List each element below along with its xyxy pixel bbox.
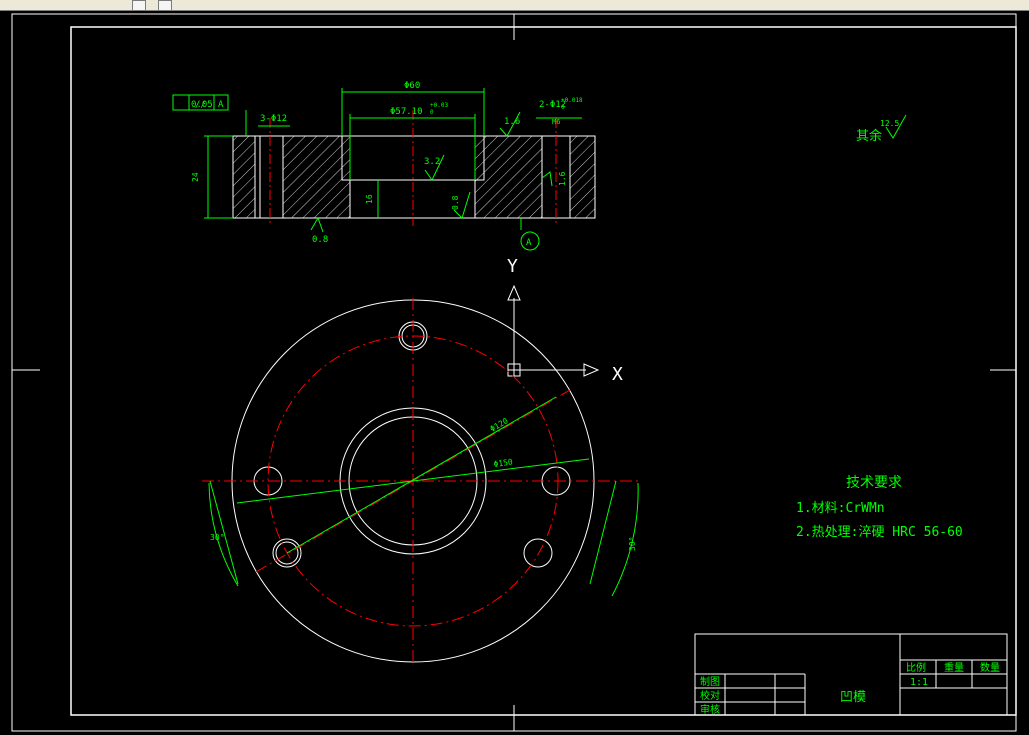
pin-tol-lower: 0 [561, 104, 565, 111]
tech-req-item-2: 2.热处理:淬硬 HRC 56-60 [796, 525, 963, 540]
flatness-tolerance: 0.05 [191, 100, 213, 110]
pin-depth: M6 [552, 118, 560, 126]
roughness-1: 1.6 [504, 117, 520, 127]
inner-diameter-dimension: Φ57.10 [390, 107, 423, 117]
inner-tol-lower: 0 [430, 109, 434, 116]
section-view: // 0.05 A 3-Φ12 Φ60 Φ57.10 +0.03 0 2-Φ12… [172, 81, 907, 251]
refresh-icon[interactable] [158, 0, 172, 11]
roughness-5: 0.8 [312, 235, 328, 245]
part-name: 凹模 [840, 690, 866, 705]
role-reviewer: 审核 [700, 703, 720, 716]
tool-icon[interactable] [132, 0, 146, 11]
role-drafter: 制图 [700, 675, 720, 688]
quantity-header: 数量 [980, 661, 1000, 674]
bore-dimension: Φ150 [493, 457, 514, 469]
technical-requirements: 技术要求 1.材料:CrWMn 2.热处理:淬硬 HRC 56-60 [796, 475, 963, 540]
x-axis-label: X [612, 364, 623, 385]
role-checker: 校对 [700, 689, 720, 702]
roughness-3: 0.8 [451, 195, 460, 210]
roughness-4: 1.6 [558, 171, 567, 186]
angle-left-dimension: 30° [210, 533, 224, 542]
depth-dimension: 16 [365, 194, 374, 204]
flatness-datum: A [218, 100, 224, 110]
window-toolbar [0, 0, 1029, 11]
title-block: 比例 重量 数量 1:1 制图 校对 审核 凹模 [694, 633, 1008, 716]
scale-header: 比例 [906, 661, 926, 674]
cad-drawing-canvas[interactable]: // 0.05 A 3-Φ12 Φ60 Φ57.10 +0.03 0 2-Φ12… [0, 11, 1029, 735]
rest-roughness-value: 12.5 [880, 119, 899, 128]
weight-header: 重量 [944, 661, 964, 674]
holes-dimension: 3-Φ12 [260, 114, 287, 124]
ucs-axes-icon [507, 284, 600, 377]
roughness-2: 3.2 [424, 157, 440, 167]
y-axis-label: Y [507, 256, 518, 277]
rest-roughness-label: 其余 [856, 128, 882, 144]
tech-req-title: 技术要求 [846, 475, 902, 491]
angle-right-dimension: 30° [628, 537, 637, 551]
plan-view: Φ120 Φ150 30° 30° [202, 298, 640, 664]
pin-tol-upper: +0.018 [561, 97, 583, 104]
scale-value: 1:1 [910, 677, 928, 688]
height-dimension: 24 [191, 172, 200, 182]
datum-marker-label: A [526, 238, 532, 248]
outer-diameter-dimension: Φ60 [404, 81, 420, 91]
inner-tol-upper: +0.03 [430, 102, 448, 109]
tech-req-item-1: 1.材料:CrWMn [796, 501, 885, 516]
